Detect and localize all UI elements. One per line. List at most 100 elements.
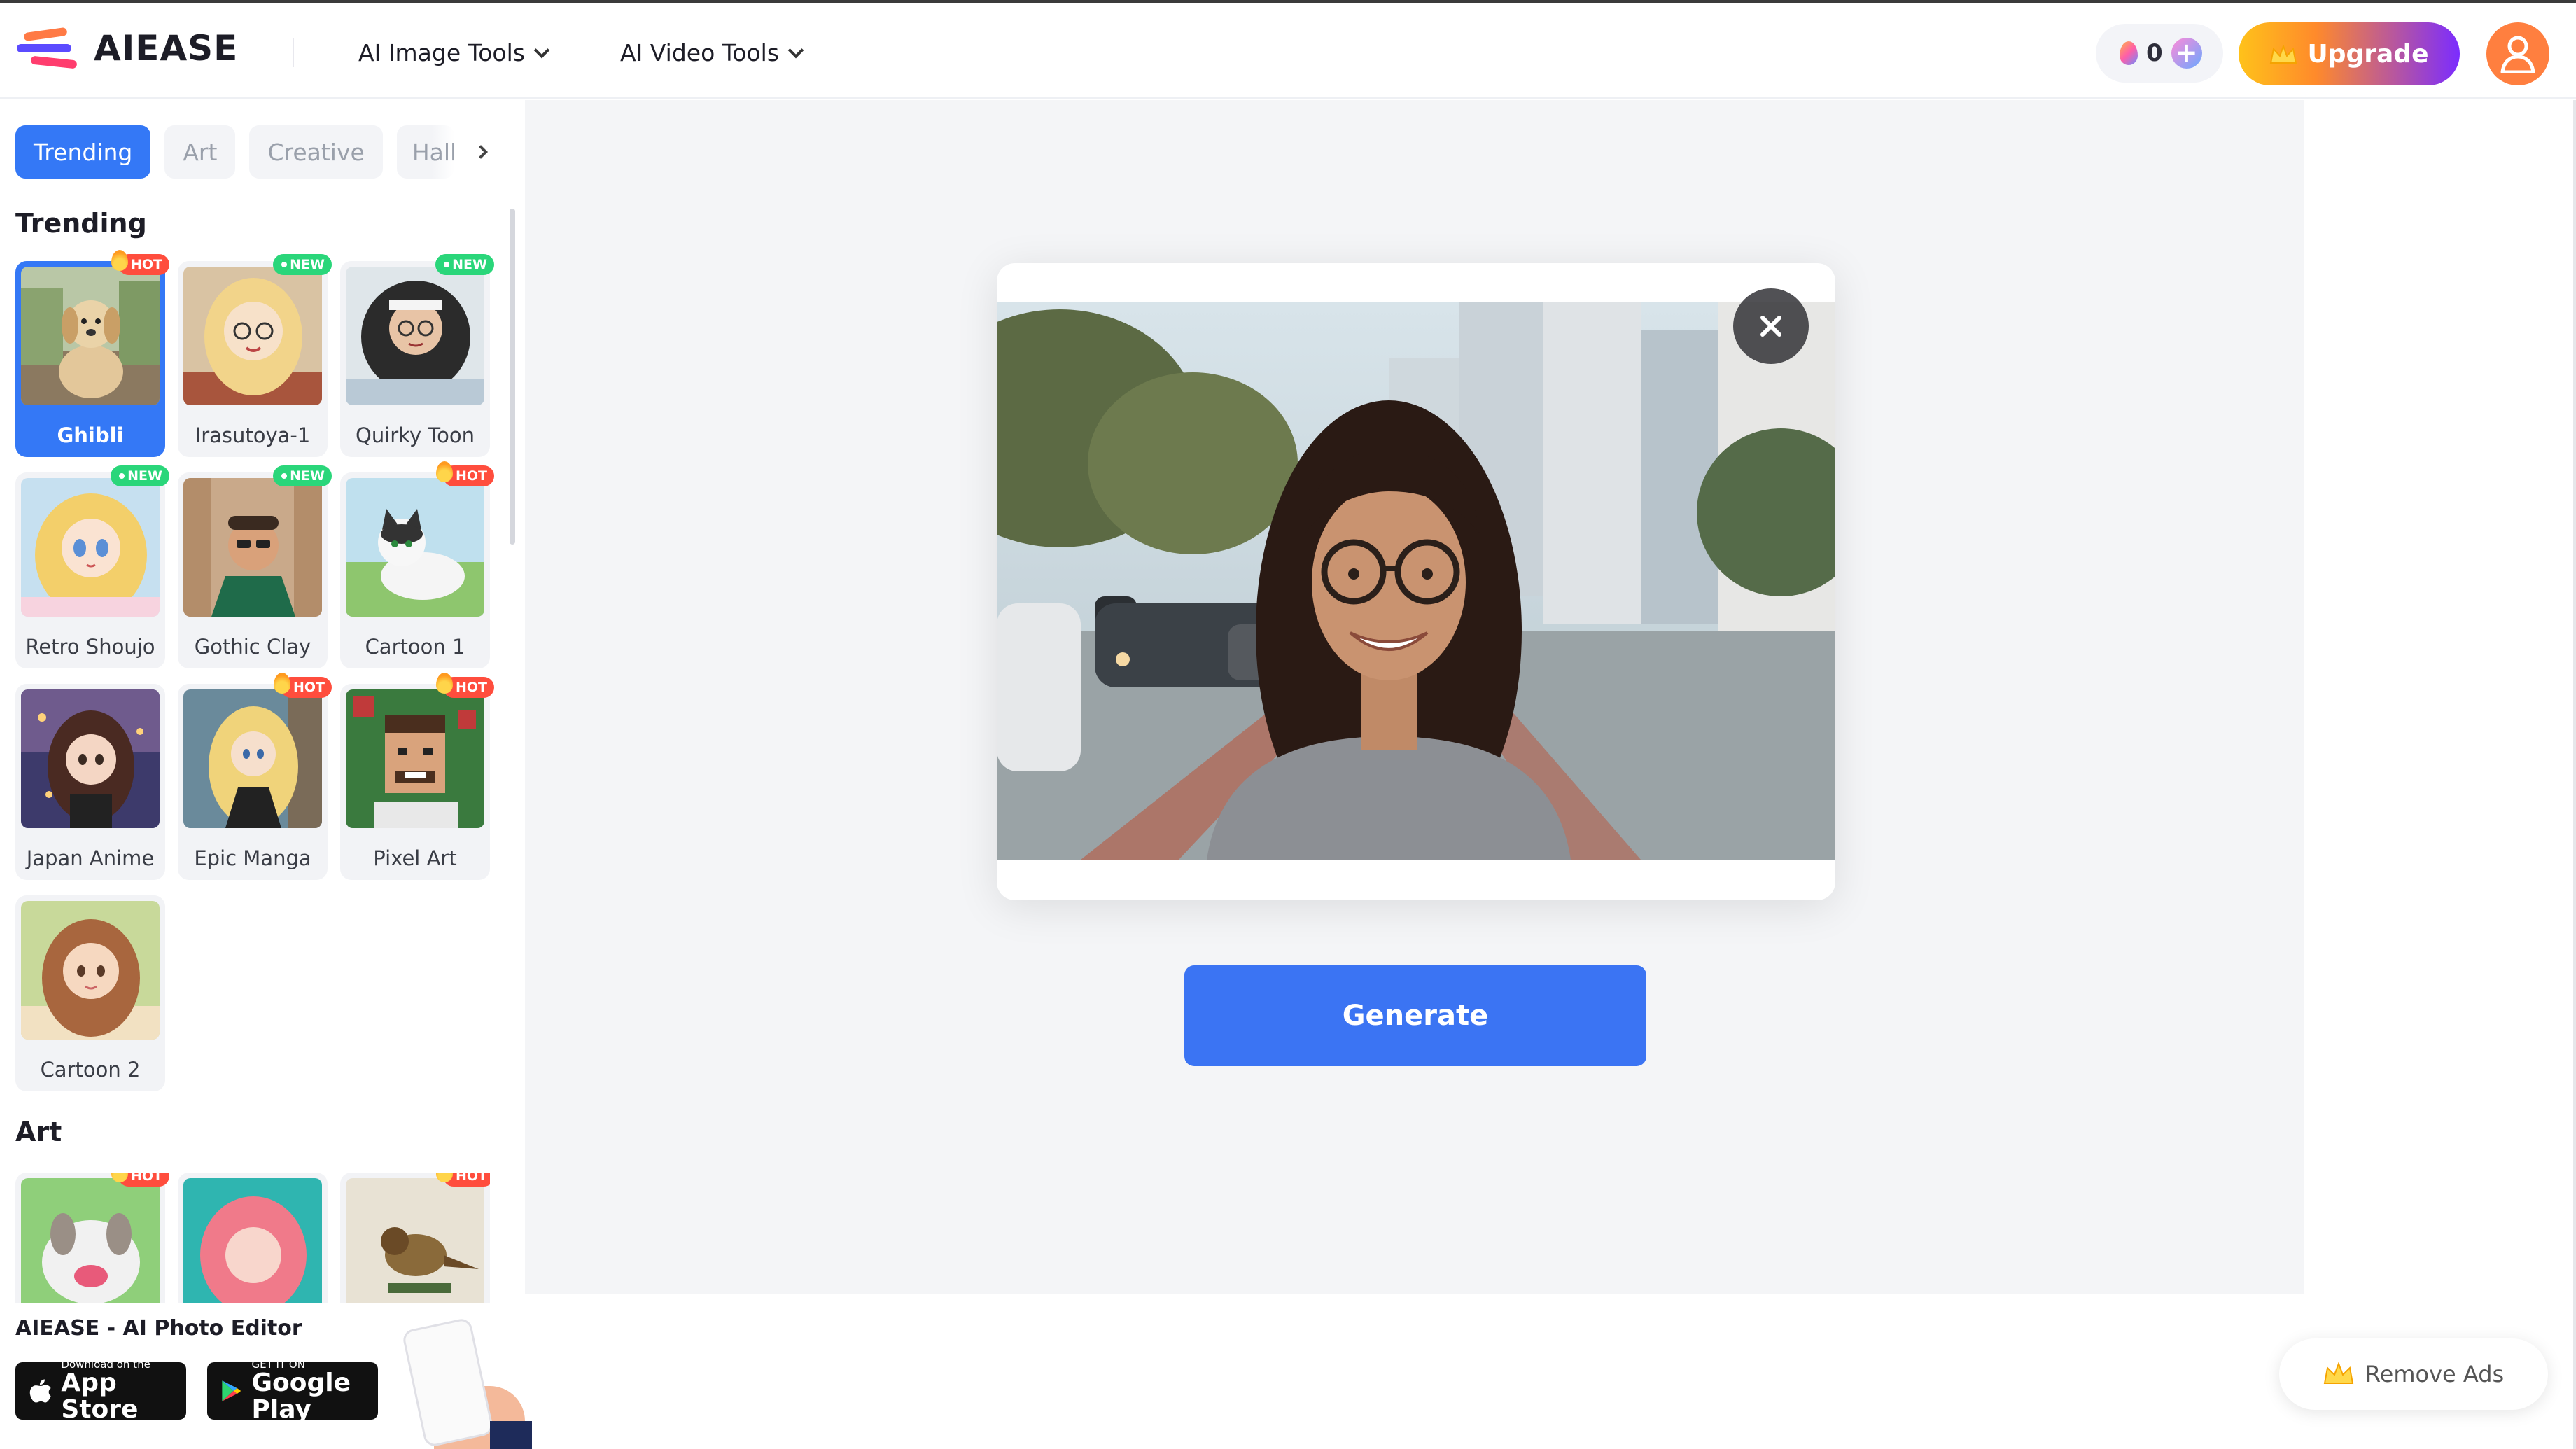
nav-ai-video-tools-label: AI Video Tools <box>620 39 780 66</box>
new-badge: NEW <box>273 254 332 275</box>
style-card-cartoon-1[interactable]: HOT Cartoon 1 <box>340 461 494 668</box>
style-thumbnail <box>21 901 160 1040</box>
style-card-art-2[interactable] <box>178 1172 328 1303</box>
style-sidebar: Trending Art Creative Hallo Trending <box>0 100 525 1303</box>
style-card-label: Cartoon 2 <box>40 1058 141 1082</box>
app-store-button[interactable]: Download on the App Store <box>15 1359 186 1424</box>
crown-icon <box>2269 43 2297 64</box>
tabs-next-button[interactable] <box>468 139 493 164</box>
user-avatar[interactable] <box>2486 22 2549 85</box>
style-card-cartoon-2[interactable]: Cartoon 2 <box>15 895 165 1091</box>
style-thumbnail <box>21 267 160 405</box>
nav-ai-video-tools[interactable]: AI Video Tools <box>620 39 804 66</box>
style-thumbnail <box>183 1178 322 1303</box>
style-card-gothic-clay[interactable]: NEW Gothic Clay <box>178 465 332 668</box>
style-card-japan-anime[interactable]: Japan Anime <box>15 684 165 880</box>
app-promo: AIEASE - AI Photo Editor <box>15 1316 302 1340</box>
style-card-art-3[interactable]: HOT <box>340 1172 490 1303</box>
remove-ads-button[interactable]: Remove Ads <box>2279 1338 2548 1410</box>
style-card-epic-manga[interactable]: HOT Epic Manga <box>178 673 332 880</box>
style-thumbnail <box>21 1178 160 1303</box>
google-play-big-text: Google Play <box>251 1368 351 1424</box>
store-badges: Download on the App Store GET IT ON Goog… <box>15 1359 378 1424</box>
chevron-right-icon <box>473 145 488 159</box>
hot-badge: HOT <box>435 673 494 698</box>
tab-halloween[interactable]: Hallo <box>396 125 454 178</box>
phone-illustration <box>401 1317 495 1448</box>
style-thumbnail <box>21 478 160 617</box>
tab-creative[interactable]: Creative <box>249 125 383 178</box>
chevron-down-icon <box>533 42 550 58</box>
style-thumbnail <box>346 1178 484 1303</box>
new-badge: NEW <box>273 465 332 486</box>
style-card-label: Epic Manga <box>194 846 312 870</box>
style-card-retro-shoujo[interactable]: NEW Retro Shoujo <box>15 465 169 668</box>
promo-title: AIEASE - AI Photo Editor <box>15 1316 302 1340</box>
style-card-label: Retro Shoujo <box>25 635 155 659</box>
style-card-art-1[interactable]: HOT <box>15 1172 169 1303</box>
style-thumbnail <box>21 690 160 828</box>
app-store-big-text: App Store <box>61 1368 139 1424</box>
uploaded-photo <box>997 302 1835 860</box>
brand-logo[interactable]: AIEASE <box>17 27 239 69</box>
hot-badge: HOT <box>111 250 169 275</box>
user-icon <box>2500 36 2535 74</box>
tab-trending[interactable]: Trending <box>15 125 151 178</box>
tab-art[interactable]: Art <box>164 125 236 178</box>
hot-badge: HOT <box>273 673 332 698</box>
style-card-label: Japan Anime <box>26 846 155 870</box>
style-card-irasutoya-1[interactable]: NEW Irasutoya-1 <box>178 254 332 457</box>
right-scrollbar[interactable] <box>2573 100 2576 1449</box>
credit-count: 0 <box>2146 39 2163 67</box>
hot-badge: HOT <box>111 1172 169 1186</box>
trending-style-grid: HOT Ghibli NEW Irasutoya-1 NEW Quirky To… <box>15 250 494 1091</box>
remove-ads-label: Remove Ads <box>2365 1361 2505 1387</box>
style-card-quirky-toon[interactable]: NEW Quirky Toon <box>340 254 494 457</box>
section-title-art: Art <box>15 1116 62 1147</box>
style-thumbnail <box>183 478 322 617</box>
crown-icon <box>2323 1362 2354 1384</box>
sleeve-illustration <box>490 1421 532 1449</box>
art-style-grid: HOT HOT <box>15 1172 490 1303</box>
logo-icon <box>17 27 78 69</box>
style-card-label: Irasutoya-1 <box>195 424 311 447</box>
google-play-button[interactable]: GET IT ON Google Play <box>207 1359 378 1424</box>
flame-icon <box>435 673 453 694</box>
style-card-label: Cartoon 1 <box>365 635 465 659</box>
chevron-down-icon <box>788 42 804 58</box>
hot-badge: HOT <box>435 461 494 486</box>
style-thumbnail <box>183 267 322 405</box>
close-preview-button[interactable] <box>1733 288 1809 364</box>
nav-ai-image-tools[interactable]: AI Image Tools <box>358 39 550 66</box>
right-ad-area <box>2304 100 2576 1294</box>
apple-icon <box>29 1379 51 1403</box>
generate-button[interactable]: Generate <box>1184 965 1646 1066</box>
style-thumbnail <box>346 267 484 405</box>
new-badge: NEW <box>111 465 169 486</box>
new-badge: NEW <box>435 254 494 275</box>
style-card-label: Ghibli <box>57 424 124 447</box>
flame-icon <box>273 673 290 694</box>
style-card-ghibli[interactable]: HOT Ghibli <box>15 250 169 457</box>
credits-pill: 0 + <box>2096 24 2223 83</box>
hot-badge: HOT <box>435 1172 490 1186</box>
nav-divider <box>293 38 294 67</box>
credit-gem-icon <box>2120 41 2138 65</box>
section-title-trending: Trending <box>15 208 147 239</box>
upgrade-label: Upgrade <box>2307 39 2429 69</box>
sidebar-scrollbar[interactable] <box>510 209 515 545</box>
close-icon <box>1760 316 1782 337</box>
style-thumbnail <box>346 478 484 617</box>
add-credits-button[interactable]: + <box>2171 38 2202 69</box>
flame-icon <box>111 250 128 271</box>
upgrade-button[interactable]: Upgrade <box>2239 22 2460 85</box>
google-play-icon <box>222 1380 241 1401</box>
style-card-pixel-art[interactable]: HOT Pixel Art <box>340 673 494 880</box>
image-preview-card <box>997 263 1835 900</box>
brand-name: AIEASE <box>94 28 239 69</box>
style-card-label: Gothic Clay <box>194 635 312 659</box>
top-bar: AIEASE AI Image Tools AI Video Tools 0 +… <box>0 0 2576 99</box>
nav-ai-image-tools-label: AI Image Tools <box>358 39 525 66</box>
style-thumbnail <box>346 690 484 828</box>
style-thumbnail <box>183 690 322 828</box>
